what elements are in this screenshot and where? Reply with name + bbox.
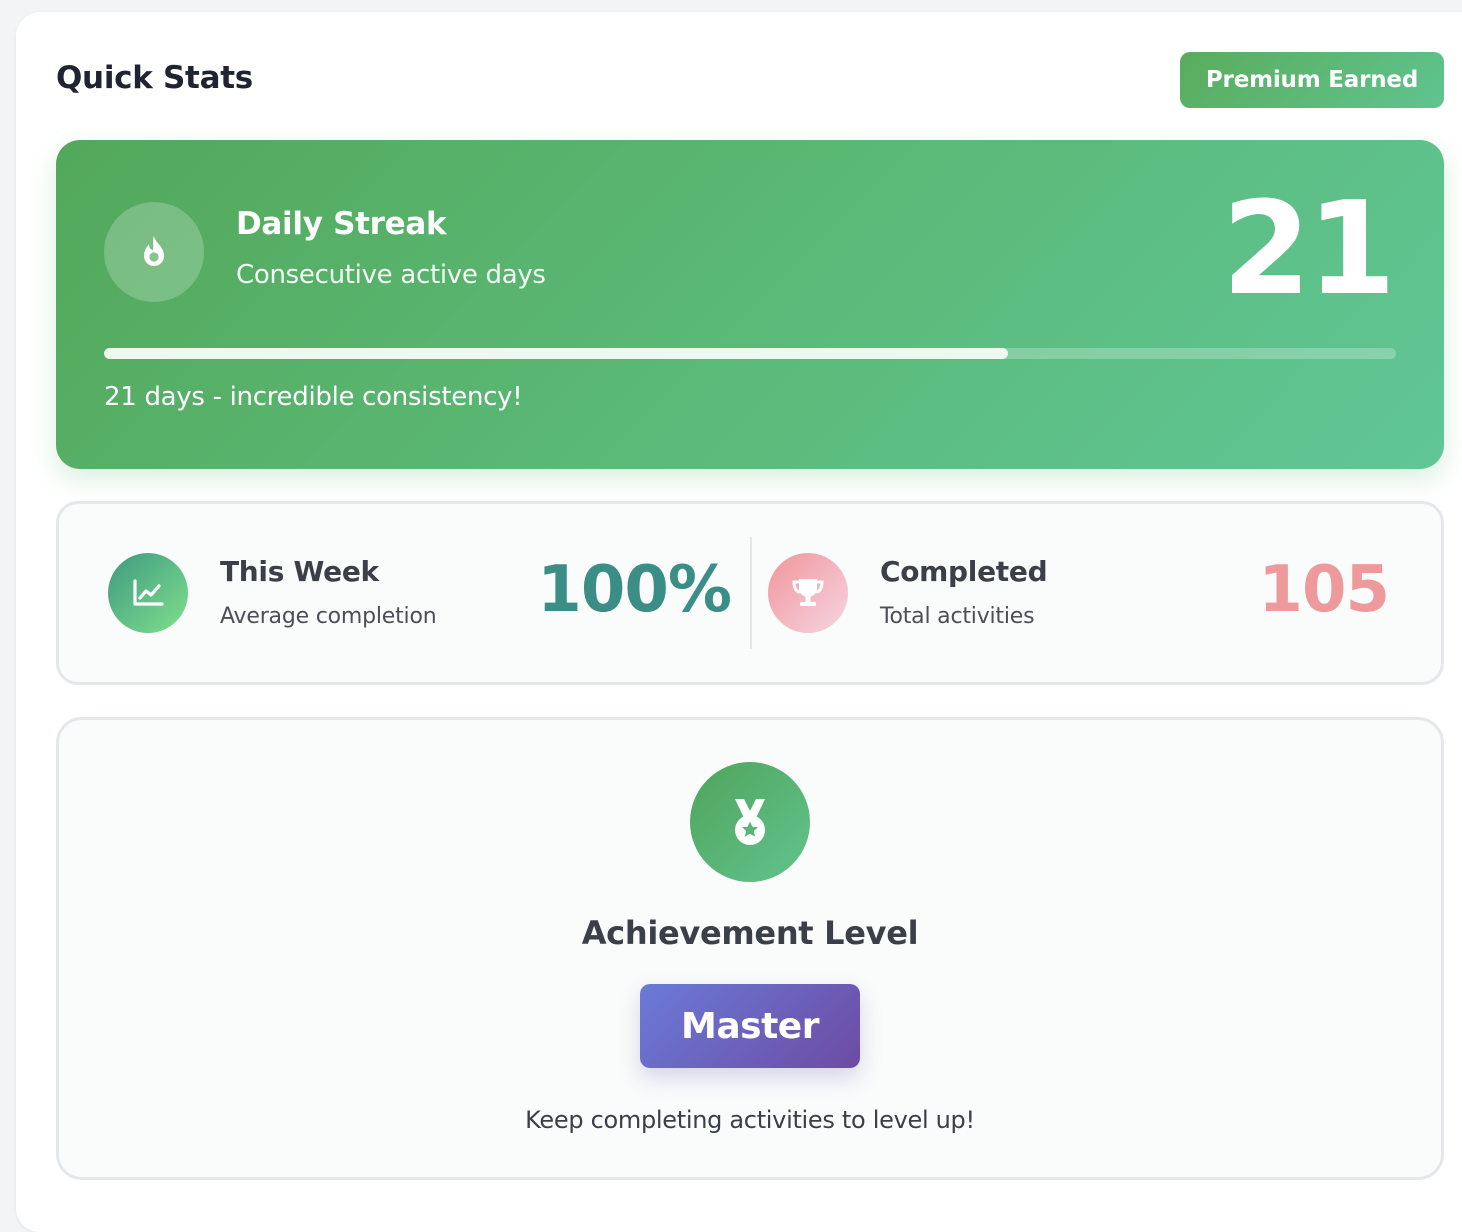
stats-divider — [750, 537, 752, 649]
streak-count: 21 — [1221, 175, 1396, 324]
completed-value: 105 — [1258, 553, 1390, 627]
chart-line-icon — [108, 553, 188, 633]
streak-progress-fill — [104, 348, 1009, 359]
streak-message: 21 days - incredible consistency! — [104, 382, 523, 412]
panel-title: Quick Stats — [56, 60, 253, 96]
week-value: 100% — [537, 553, 732, 627]
completed-subtitle: Total activities — [880, 604, 1035, 629]
streak-progress-bar — [104, 348, 1396, 359]
medal-icon — [690, 762, 810, 882]
achievement-card: Achievement Level Master Keep completing… — [56, 717, 1444, 1180]
quick-stats-panel: Quick Stats Premium Earned Daily Streak … — [16, 12, 1462, 1232]
streak-subtitle: Consecutive active days — [236, 260, 546, 290]
flame-icon — [104, 202, 204, 302]
week-title: This Week — [220, 555, 379, 588]
completed-title: Completed — [880, 555, 1048, 588]
streak-title: Daily Streak — [236, 206, 447, 242]
daily-streak-card: Daily Streak Consecutive active days 21 … — [56, 140, 1444, 469]
level-badge[interactable]: Master — [640, 984, 860, 1068]
achievement-title: Achievement Level — [581, 914, 919, 952]
achievement-message: Keep completing activities to level up! — [525, 1106, 975, 1134]
trophy-icon — [768, 553, 848, 633]
premium-earned-badge[interactable]: Premium Earned — [1180, 52, 1444, 108]
stats-row-card: This Week Average completion 100% Comple… — [56, 501, 1444, 685]
week-subtitle: Average completion — [220, 604, 437, 629]
